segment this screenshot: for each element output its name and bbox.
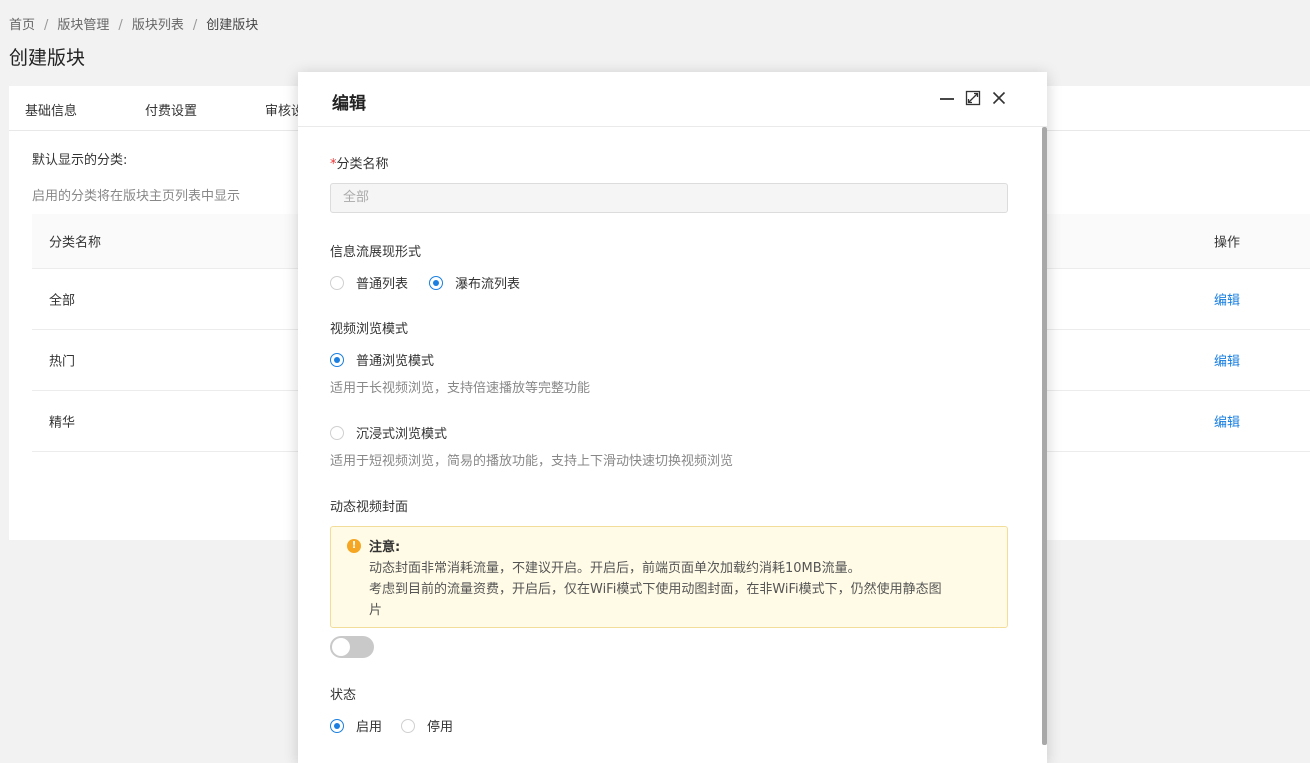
feed-style-normal-list-radio[interactable]: 普通列表 [330,273,408,292]
maximize-icon[interactable] [964,89,982,107]
tab-basic-info[interactable]: 基础信息 [25,100,77,119]
close-icon[interactable] [990,89,1008,107]
status-enabled-radio[interactable]: 启用 [330,716,382,735]
breadcrumb-separator: / [44,18,49,33]
feed-style-waterfall-list-radio[interactable]: 瀑布流列表 [429,273,520,292]
breadcrumb: 首页 / 版块管理 / 版块列表 / 创建版块 [9,14,258,33]
radio-label: 沉浸式浏览模式 [356,427,448,442]
radio-circle [401,718,415,733]
status-label: 状态 [330,688,357,703]
radio-circle [330,425,344,440]
notice-line: 考虑到目前的流量资费，开启后，仅在WiFi模式下使用动图封面，在非WiFi模式下… [369,582,942,597]
default-categories-label: 默认显示的分类: [32,153,128,168]
radio-circle-selected [330,352,344,367]
video-mode-normal-radio[interactable]: 普通浏览模式 [330,350,434,369]
video-mode-label: 视频浏览模式 [330,322,409,337]
notice-title: 注意: [369,540,401,555]
dynamic-cover-notice: ! 注意: 动态封面非常消耗流量，不建议开启。开启后，前端页面单次加载约消耗10… [330,526,1008,628]
notice-line: 动态封面非常消耗流量，不建议开启。开启后，前端页面单次加载约消耗10MB流量。 [369,561,861,576]
dialog-title: 编辑 [332,94,366,114]
video-mode-normal-desc: 适用于长视频浏览，支持倍速播放等完整功能 [330,381,591,396]
dialog-header: 编辑 [298,72,1047,127]
row-category-name: 热门 [49,354,76,370]
radio-label: 停用 [427,720,454,735]
category-name-input[interactable]: 全部 [330,183,1008,213]
notice-line: 片 [369,603,383,618]
radio-label: 启用 [356,720,383,735]
tab-payment-settings[interactable]: 付费设置 [145,100,197,119]
feed-style-label: 信息流展现形式 [330,245,422,260]
radio-label: 瀑布流列表 [455,277,521,292]
breadcrumb-home[interactable]: 首页 [9,18,35,33]
column-header-operation: 操作 [1214,235,1241,251]
breadcrumb-current: 创建版块 [206,18,259,33]
edit-dialog: 编辑 *分类名称 全部 信息流展现形式 普通列表 瀑布流列表 视频浏览模式 普通… [298,72,1047,763]
breadcrumb-section-list[interactable]: 版块列表 [132,18,184,33]
dialog-scrollbar[interactable] [1042,127,1047,745]
radio-circle [330,275,344,290]
warning-icon: ! [347,539,361,553]
radio-circle-selected [330,718,344,733]
dynamic-cover-toggle[interactable] [330,636,374,658]
radio-label: 普通列表 [356,277,409,292]
radio-label: 普通浏览模式 [356,354,435,369]
page-title: 创建版块 [9,47,86,69]
toggle-knob [332,638,350,656]
breadcrumb-separator: / [118,18,123,33]
edit-link[interactable]: 编辑 [1214,351,1240,370]
dynamic-cover-label: 动态视频封面 [330,500,409,515]
minimize-icon[interactable] [938,89,956,107]
row-category-name: 全部 [49,293,76,309]
radio-circle-selected [429,275,443,290]
video-mode-immersive-radio[interactable]: 沉浸式浏览模式 [330,423,447,442]
row-category-name: 精华 [49,415,76,431]
edit-link[interactable]: 编辑 [1214,290,1240,309]
default-categories-hint: 启用的分类将在版块主页列表中显示 [32,189,241,204]
column-header-name: 分类名称 [49,235,102,251]
breadcrumb-separator: / [192,18,198,33]
edit-link[interactable]: 编辑 [1214,412,1240,431]
video-mode-immersive-desc: 适用于短视频浏览，简易的播放功能，支持上下滑动快速切换视频浏览 [330,454,734,469]
status-disabled-radio[interactable]: 停用 [401,716,453,735]
category-name-label: *分类名称 [330,157,389,172]
breadcrumb-section-manage[interactable]: 版块管理 [57,18,109,33]
